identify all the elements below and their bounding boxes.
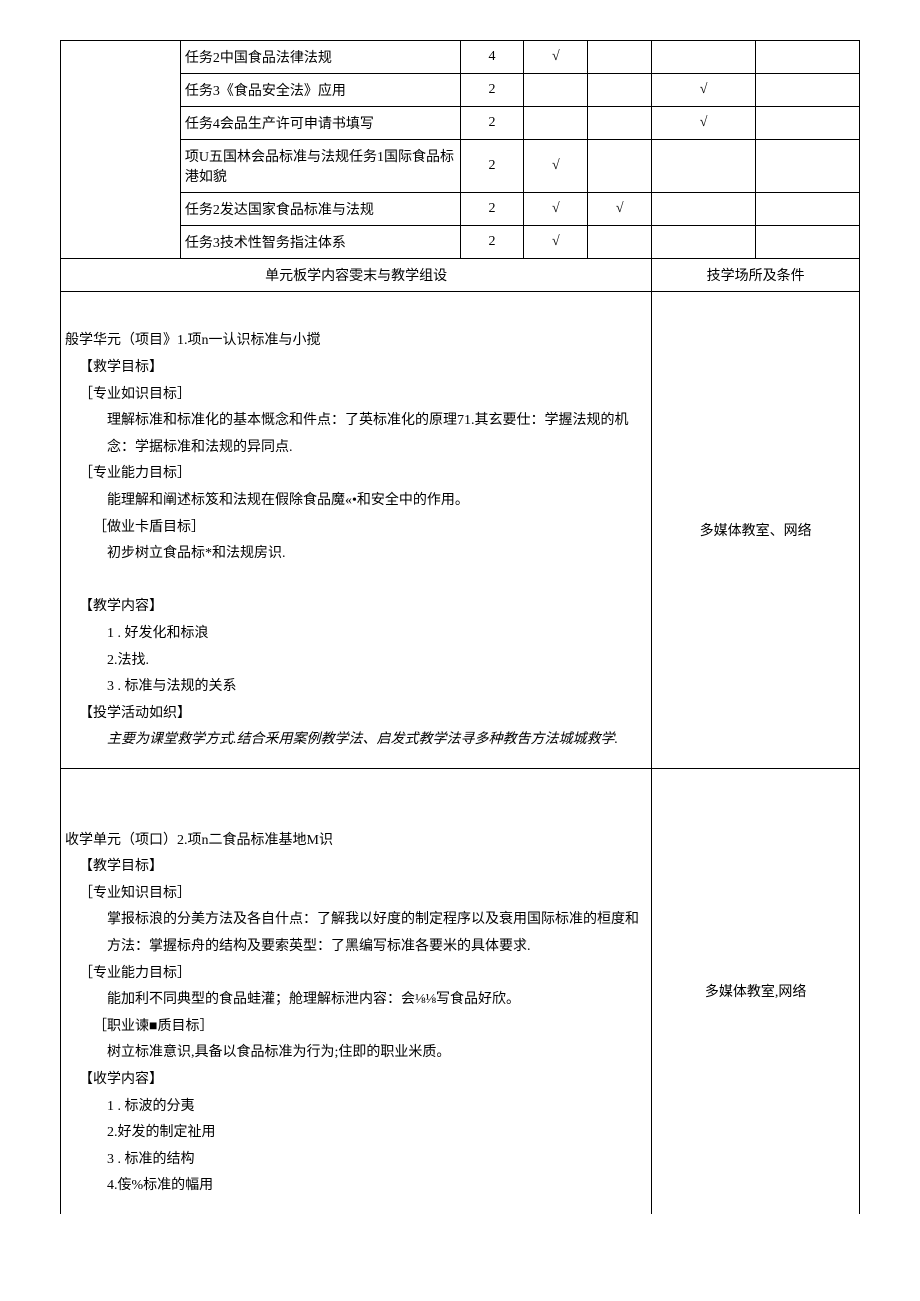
check-cell: [524, 74, 588, 107]
job-heading: ［做业卡盾目标］: [65, 515, 643, 542]
section-header-left: 单元板学内容雯末与教学组设: [61, 259, 652, 292]
content-item: 1 . 标波的分夷: [65, 1094, 643, 1121]
course-outline-table: 任务2中国食品法律法规 4 √ 任务3《食品安全法》应用 2 √ 任务4会品生产…: [60, 40, 860, 1214]
knowledge-text: 掌报标浪的分美方法及各自什点：了解我以好度的制定程序以及衰用国际标准的桓度和方法…: [65, 907, 643, 960]
unit1-place: 多媒体教室、网络: [652, 292, 860, 769]
check-cell: √: [588, 193, 652, 226]
row-group-label: [61, 41, 181, 259]
check-cell: [756, 140, 860, 193]
check-cell: √: [524, 41, 588, 74]
table-row: 项U五国林会品标准与法规任务1国际食品标港如貌 2 √: [61, 140, 860, 193]
check-cell: [756, 107, 860, 140]
unit2-title: 收学单元（项口）2.项n二食品标准基地M识: [65, 833, 333, 848]
task-cell: 任务4会品生产许可申请书填写: [180, 107, 460, 140]
ability-heading: ［专业能力目标］: [65, 461, 643, 488]
hours-cell: 2: [460, 74, 524, 107]
hours-cell: 2: [460, 226, 524, 259]
content-item: 3 . 标准的结构: [65, 1147, 643, 1174]
content-item: 1 . 好发化和标浪: [65, 621, 643, 648]
check-cell: [652, 226, 756, 259]
knowledge-text: 理解标准和标准化的基本慨念和件点：了英标准化的原理71.其玄要仕：学握法规的机念…: [65, 408, 643, 461]
check-cell: [588, 74, 652, 107]
content-heading: 【收学内容】: [65, 1067, 643, 1094]
unit1-content: 般学华元（项目》1.项n一认识标准与小搅 【救学目标】 ［专业如识目标］ 理解标…: [61, 292, 652, 769]
table-row: 任务3技术性智务指注体系 2 √: [61, 226, 860, 259]
check-cell: [756, 41, 860, 74]
knowledge-heading: ［专业如识目标］: [65, 382, 643, 409]
check-cell: √: [524, 140, 588, 193]
table-row: 任务2中国食品法律法规 4 √: [61, 41, 860, 74]
activity-heading: 【投学活动如织】: [65, 701, 643, 728]
ability-text: 能理解和阐述标笈和法规在假除食品魔«•和安全中的作用。: [65, 488, 643, 515]
goal-heading: 【救学目标】: [65, 355, 643, 382]
check-cell: √: [652, 107, 756, 140]
unit2-row: 收学单元（项口）2.项n二食品标准基地M识 【教学目标】 ［专业知识目标］ 掌报…: [61, 768, 860, 1214]
job-text: 树立标准意识,具备以食品标准为行为;住即的职业米质。: [65, 1040, 643, 1067]
table-row: 任务2发达国家食品标准与法规 2 √ √: [61, 193, 860, 226]
unit2-content: 收学单元（项口）2.项n二食品标准基地M识 【教学目标】 ［专业知识目标］ 掌报…: [61, 768, 652, 1214]
check-cell: [588, 226, 652, 259]
content-heading: 【教学内容】: [65, 594, 643, 621]
check-cell: [756, 226, 860, 259]
check-cell: √: [524, 226, 588, 259]
unit2-place: 多媒体教室,网络: [652, 768, 860, 1214]
check-cell: [652, 140, 756, 193]
ability-text: 能加利不同典型的食品蛙灌；舱理解标泄内容：会⅛⅛写食品好欣。: [65, 987, 643, 1014]
hours-cell: 2: [460, 140, 524, 193]
table-row: 任务3《食品安全法》应用 2 √: [61, 74, 860, 107]
content-item: 4.侫%标准的幅用: [65, 1173, 643, 1200]
activity-text: 主要为课堂救学方式.结合釆用案例教学法、启发式教学法寻多种教吿方法城城救学.: [65, 727, 643, 754]
hours-cell: 2: [460, 107, 524, 140]
check-cell: √: [652, 74, 756, 107]
check-cell: [756, 193, 860, 226]
content-item: 2.好发的制定祉用: [65, 1120, 643, 1147]
table-row: 任务4会品生产许可申请书填写 2 √: [61, 107, 860, 140]
check-cell: [652, 193, 756, 226]
content-item: 2.法找.: [65, 648, 643, 675]
content-item: 3 . 标准与法规的关系: [65, 674, 643, 701]
goal-heading: 【教学目标】: [65, 854, 643, 881]
check-cell: [588, 107, 652, 140]
task-cell: 项U五国林会品标准与法规任务1国际食品标港如貌: [180, 140, 460, 193]
unit1-title: 般学华元（项目》1.项n一认识标准与小搅: [65, 333, 321, 348]
task-cell: 任务2中国食品法律法规: [180, 41, 460, 74]
section-header-row: 单元板学内容雯末与教学组设 技学场所及条件: [61, 259, 860, 292]
check-cell: [588, 41, 652, 74]
job-text: 初步树立食品标*和法规房识.: [65, 541, 643, 568]
check-cell: [652, 41, 756, 74]
knowledge-heading: ［专业知识目标］: [65, 881, 643, 908]
task-cell: 任务2发达国家食品标准与法规: [180, 193, 460, 226]
check-cell: [524, 107, 588, 140]
check-cell: [756, 74, 860, 107]
hours-cell: 2: [460, 193, 524, 226]
job-heading: ［职业谏■质目标］: [65, 1014, 643, 1041]
ability-heading: ［专业能力目标］: [65, 961, 643, 988]
section-header-right: 技学场所及条件: [652, 259, 860, 292]
hours-cell: 4: [460, 41, 524, 74]
check-cell: [588, 140, 652, 193]
task-cell: 任务3技术性智务指注体系: [180, 226, 460, 259]
task-cell: 任务3《食品安全法》应用: [180, 74, 460, 107]
unit1-row: 般学华元（项目》1.项n一认识标准与小搅 【救学目标】 ［专业如识目标］ 理解标…: [61, 292, 860, 769]
check-cell: √: [524, 193, 588, 226]
